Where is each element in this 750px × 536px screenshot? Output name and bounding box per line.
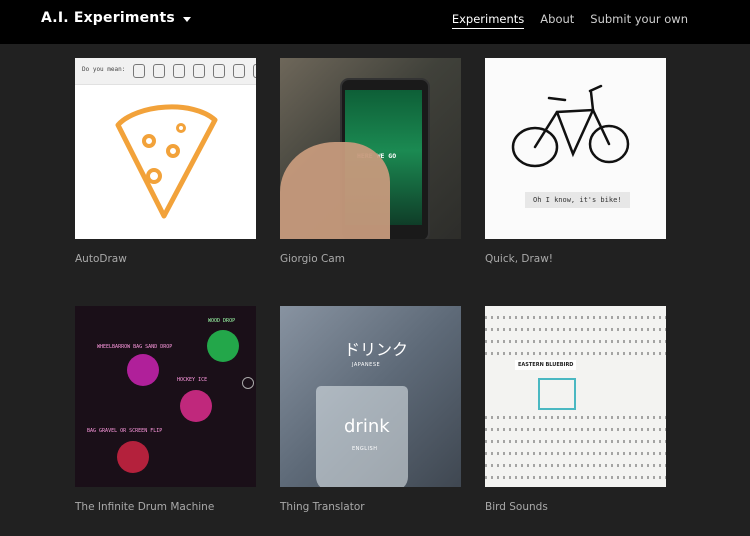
nav-experiments[interactable]: Experiments: [451, 12, 525, 29]
experiment-card-infinite-drum-machine[interactable]: WOOD DROP WHEELBARROW BAG SAND DROP HOCK…: [75, 306, 256, 513]
sound-label: WHEELBARROW BAG SAND DROP: [97, 344, 173, 350]
sound-label: WOOD DROP: [208, 318, 236, 324]
hand-image: [280, 142, 390, 239]
language-label: JAPANESE: [352, 362, 381, 368]
cursor-ring: [242, 377, 254, 389]
experiment-title[interactable]: Thing Translator: [280, 501, 461, 513]
experiment-card-quick-draw[interactable]: Oh I know, it's bike! Quick, Draw!: [485, 58, 666, 265]
sound-dot: [180, 390, 212, 422]
experiment-title[interactable]: AutoDraw: [75, 253, 256, 265]
experiment-thumbnail[interactable]: HERE WE GO: [280, 58, 461, 239]
sound-dot: [127, 354, 159, 386]
experiment-card-bird-sounds[interactable]: EASTERN BLUEBIRD Bird Sounds: [485, 306, 666, 513]
sound-label: HOCKEY ICE: [177, 377, 208, 383]
pizza-slice-drawing: [115, 104, 218, 219]
experiment-card-giorgio-cam[interactable]: HERE WE GO Giorgio Cam: [280, 58, 461, 265]
experiment-thumbnail[interactable]: Oh I know, it's bike!: [485, 58, 666, 239]
caret-down-icon: [182, 16, 191, 22]
language-label: ENGLISH: [352, 446, 378, 452]
main-nav: Experiments About Submit your own: [451, 12, 688, 29]
english-word: drink: [344, 416, 390, 437]
sound-dot: [207, 330, 239, 362]
top-navigation-bar: A.I. Experiments Experiments About Submi…: [0, 0, 750, 44]
experiment-thumbnail[interactable]: EASTERN BLUEBIRD: [485, 306, 666, 487]
experiment-title[interactable]: Quick, Draw!: [485, 253, 666, 265]
experiment-title[interactable]: Bird Sounds: [485, 501, 666, 513]
bicycle-drawing: [511, 84, 630, 168]
sound-label: BAG GRAVEL OR SCREEN FLIP: [87, 428, 163, 434]
experiment-title[interactable]: Giorgio Cam: [280, 253, 461, 265]
experiment-title[interactable]: The Infinite Drum Machine: [75, 501, 256, 513]
nav-submit-your-own[interactable]: Submit your own: [590, 12, 688, 29]
experiment-thumbnail[interactable]: Do you mean:: [75, 58, 256, 239]
bird-label: EASTERN BLUEBIRD: [515, 360, 577, 370]
site-menu-button[interactable]: A.I. Experiments: [41, 10, 191, 26]
experiment-thumbnail[interactable]: WOOD DROP WHEELBARROW BAG SAND DROP HOCK…: [75, 306, 256, 487]
sound-dot: [117, 441, 149, 473]
experiment-card-autodraw[interactable]: Do you mean: AutoDraw: [75, 58, 256, 265]
japanese-word: ドリンク: [344, 340, 409, 359]
experiment-thumbnail[interactable]: ドリンク JAPANESE drink ENGLISH: [280, 306, 461, 487]
guess-bubble: Oh I know, it's bike!: [525, 192, 630, 208]
selection-box: [538, 378, 576, 410]
nav-about[interactable]: About: [540, 12, 574, 29]
site-title: A.I. Experiments: [41, 10, 175, 26]
experiment-card-thing-translator[interactable]: ドリンク JAPANESE drink ENGLISH Thing Transl…: [280, 306, 461, 513]
